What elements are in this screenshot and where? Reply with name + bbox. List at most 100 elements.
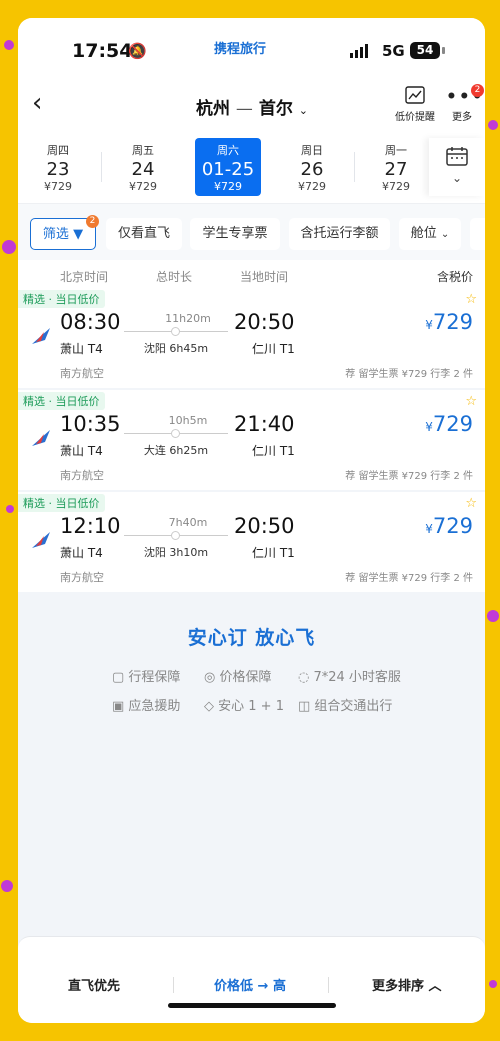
star-icon[interactable]: ☆ bbox=[465, 394, 477, 409]
date-item[interactable]: 周一 27 ¥729 bbox=[360, 138, 432, 196]
aid-icon: ▣ bbox=[112, 699, 129, 714]
sort-more[interactable]: 更多排序 ︿ bbox=[372, 975, 442, 994]
headset-icon: ◌ bbox=[298, 670, 314, 685]
check-shield-icon: ◇ bbox=[204, 699, 219, 714]
sort-divider bbox=[328, 977, 329, 993]
star-icon[interactable]: ☆ bbox=[465, 496, 477, 511]
assurance-customer-service: ◌ 7*24 小时客服 bbox=[298, 666, 401, 685]
price-value: 729 bbox=[432, 310, 473, 334]
date-price: ¥729 bbox=[214, 180, 242, 193]
assurance-combined-transport: ◫ 组合交通出行 bbox=[298, 695, 392, 714]
more-badge: 2 bbox=[471, 84, 484, 97]
departure-terminal: 萧山 T4 bbox=[60, 444, 103, 458]
date-divider bbox=[101, 152, 102, 182]
star-icon[interactable]: ☆ bbox=[465, 292, 477, 307]
background-dot bbox=[489, 980, 497, 988]
back-icon[interactable]: ‹ bbox=[32, 88, 42, 118]
airline-logo-icon bbox=[32, 328, 50, 344]
date-item[interactable]: 周日 26 ¥729 bbox=[276, 138, 348, 196]
battery-tip bbox=[442, 47, 445, 54]
airline-name: 南方航空 bbox=[60, 571, 104, 584]
airline-logo-icon bbox=[32, 430, 50, 446]
calendar-button[interactable]: ⌄ bbox=[429, 138, 485, 196]
assurance-item-label: 7*24 小时客服 bbox=[313, 670, 401, 685]
chevron-down-icon: ⌄ bbox=[451, 171, 463, 185]
departure-time: 12:10 bbox=[60, 514, 121, 538]
chevron-down-icon: ⌄ bbox=[440, 229, 450, 240]
route-selector[interactable]: 杭州 — 首尔 ⌄ bbox=[196, 94, 308, 119]
date-price: ¥729 bbox=[44, 180, 72, 193]
assurance-item-label: 应急援助 bbox=[128, 699, 181, 714]
calendar-icon bbox=[429, 146, 485, 171]
assurance-price-protection: ◎ 价格保障 bbox=[204, 666, 272, 685]
assurance-peace-of-mind: ◇ 安心 1 + 1 bbox=[204, 695, 284, 714]
signal-icon bbox=[350, 44, 368, 58]
background-dot bbox=[4, 40, 14, 50]
stopover: 大连 6h25m bbox=[143, 444, 209, 457]
stopover: 沈阳 3h10m bbox=[143, 546, 209, 559]
fare-note: 荐 留学生票 ¥729 行李 2 件 bbox=[345, 573, 473, 584]
chevron-down-icon: ⌄ bbox=[298, 104, 308, 117]
background-dot bbox=[6, 505, 14, 513]
battery-icon: 54 bbox=[410, 42, 440, 59]
flight-price: ¥729 bbox=[425, 514, 473, 538]
date-price: ¥729 bbox=[298, 180, 326, 193]
sort-bar: 直飞优先 价格低 → 高 更多排序 ︿ bbox=[18, 936, 485, 1023]
assurance-emergency-aid: ▣ 应急援助 bbox=[112, 695, 180, 714]
chip-student-fare[interactable]: 学生专享票 bbox=[190, 218, 280, 250]
price-alert-button[interactable]: 低价提醒 bbox=[392, 86, 438, 123]
flight-card[interactable]: 精选 · 当日低价 ☆ 12:10 萧山 T4 7h40m 沈阳 3h10m 2… bbox=[18, 492, 485, 592]
fare-note: 荐 留学生票 ¥729 行李 2 件 bbox=[345, 369, 473, 380]
home-indicator[interactable] bbox=[168, 1003, 336, 1008]
sort-more-label: 更多排序 bbox=[372, 979, 425, 994]
flight-card[interactable]: 精选 · 当日低价 ☆ 08:30 萧山 T4 11h20m 沈阳 6h45m … bbox=[18, 288, 485, 388]
departure-terminal: 萧山 T4 bbox=[60, 546, 103, 560]
date-weekday: 周四 bbox=[47, 144, 69, 157]
sort-direct-first[interactable]: 直飞优先 bbox=[68, 975, 120, 994]
list-header: 北京时间 总时长 当地时间 含税价 bbox=[18, 260, 485, 290]
background-dot bbox=[1, 880, 13, 892]
shield-icon: ◎ bbox=[204, 670, 220, 685]
date-item-selected[interactable]: 周六 01-25 ¥729 bbox=[195, 138, 261, 196]
date-selector: 周四 23 ¥729 周五 24 ¥729 周六 01-25 ¥729 周日 2… bbox=[18, 138, 485, 204]
header-beijing-time: 北京时间 bbox=[60, 270, 109, 284]
brand-logo: 携程旅行 bbox=[214, 42, 267, 57]
chip-more[interactable] bbox=[470, 218, 485, 250]
sort-price-low-high[interactable]: 价格低 → 高 bbox=[214, 975, 286, 994]
date-item[interactable]: 周四 23 ¥729 bbox=[22, 138, 94, 196]
filter-badge: 2 bbox=[86, 215, 99, 228]
transport-icon: ◫ bbox=[298, 699, 315, 714]
header-area: 17:54 🔕 携程旅行 5G 54 ‹ 杭州 — 首尔 ⌄ 低价提醒 ••• … bbox=[18, 18, 485, 204]
chevron-up-icon: ︿ bbox=[428, 979, 442, 994]
flight-duration: 11h20m bbox=[165, 312, 211, 325]
date-day: 23 bbox=[46, 159, 70, 180]
flight-duration: 10h5m bbox=[168, 414, 208, 427]
flight-card[interactable]: 精选 · 当日低价 ☆ 10:35 萧山 T4 10h5m 大连 6h25m 2… bbox=[18, 390, 485, 490]
chip-checked-baggage[interactable]: 含托运行李额 bbox=[289, 218, 390, 250]
trend-chart-icon bbox=[392, 86, 438, 108]
arrival-terminal: 仁川 T1 bbox=[252, 444, 295, 458]
chip-direct-only[interactable]: 仅看直飞 bbox=[106, 218, 182, 250]
chip-cabin-label: 舱位 bbox=[410, 226, 437, 241]
price-symbol: ¥ bbox=[425, 318, 433, 332]
date-day: 01-25 bbox=[201, 159, 255, 180]
header-duration: 总时长 bbox=[156, 270, 193, 284]
fare-note: 荐 留学生票 ¥729 行李 2 件 bbox=[345, 471, 473, 482]
price-symbol: ¥ bbox=[425, 420, 433, 434]
route-to: 首尔 bbox=[258, 99, 293, 119]
arrival-time: 21:40 bbox=[234, 412, 295, 436]
date-weekday: 周一 bbox=[385, 144, 407, 157]
mute-bell-icon: 🔕 bbox=[128, 42, 147, 60]
date-item[interactable]: 周五 24 ¥729 bbox=[107, 138, 179, 196]
chip-cabin[interactable]: 舱位 ⌄ bbox=[399, 218, 461, 250]
filter-label: 筛选 bbox=[42, 227, 69, 242]
filter-bar: 筛选 ▼ 2 仅看直飞 学生专享票 含托运行李额 舱位 ⌄ bbox=[18, 204, 485, 260]
more-button[interactable]: ••• 更多 2 bbox=[446, 84, 484, 123]
arrival-terminal: 仁川 T1 bbox=[252, 342, 295, 356]
arrival-terminal: 仁川 T1 bbox=[252, 546, 295, 560]
nav-bar: ‹ 杭州 — 首尔 ⌄ 低价提醒 ••• 更多 2 bbox=[18, 82, 485, 138]
date-day: 24 bbox=[131, 159, 155, 180]
date-weekday: 周六 bbox=[217, 144, 239, 157]
route-separator: — bbox=[235, 99, 253, 119]
date-day: 27 bbox=[384, 159, 408, 180]
